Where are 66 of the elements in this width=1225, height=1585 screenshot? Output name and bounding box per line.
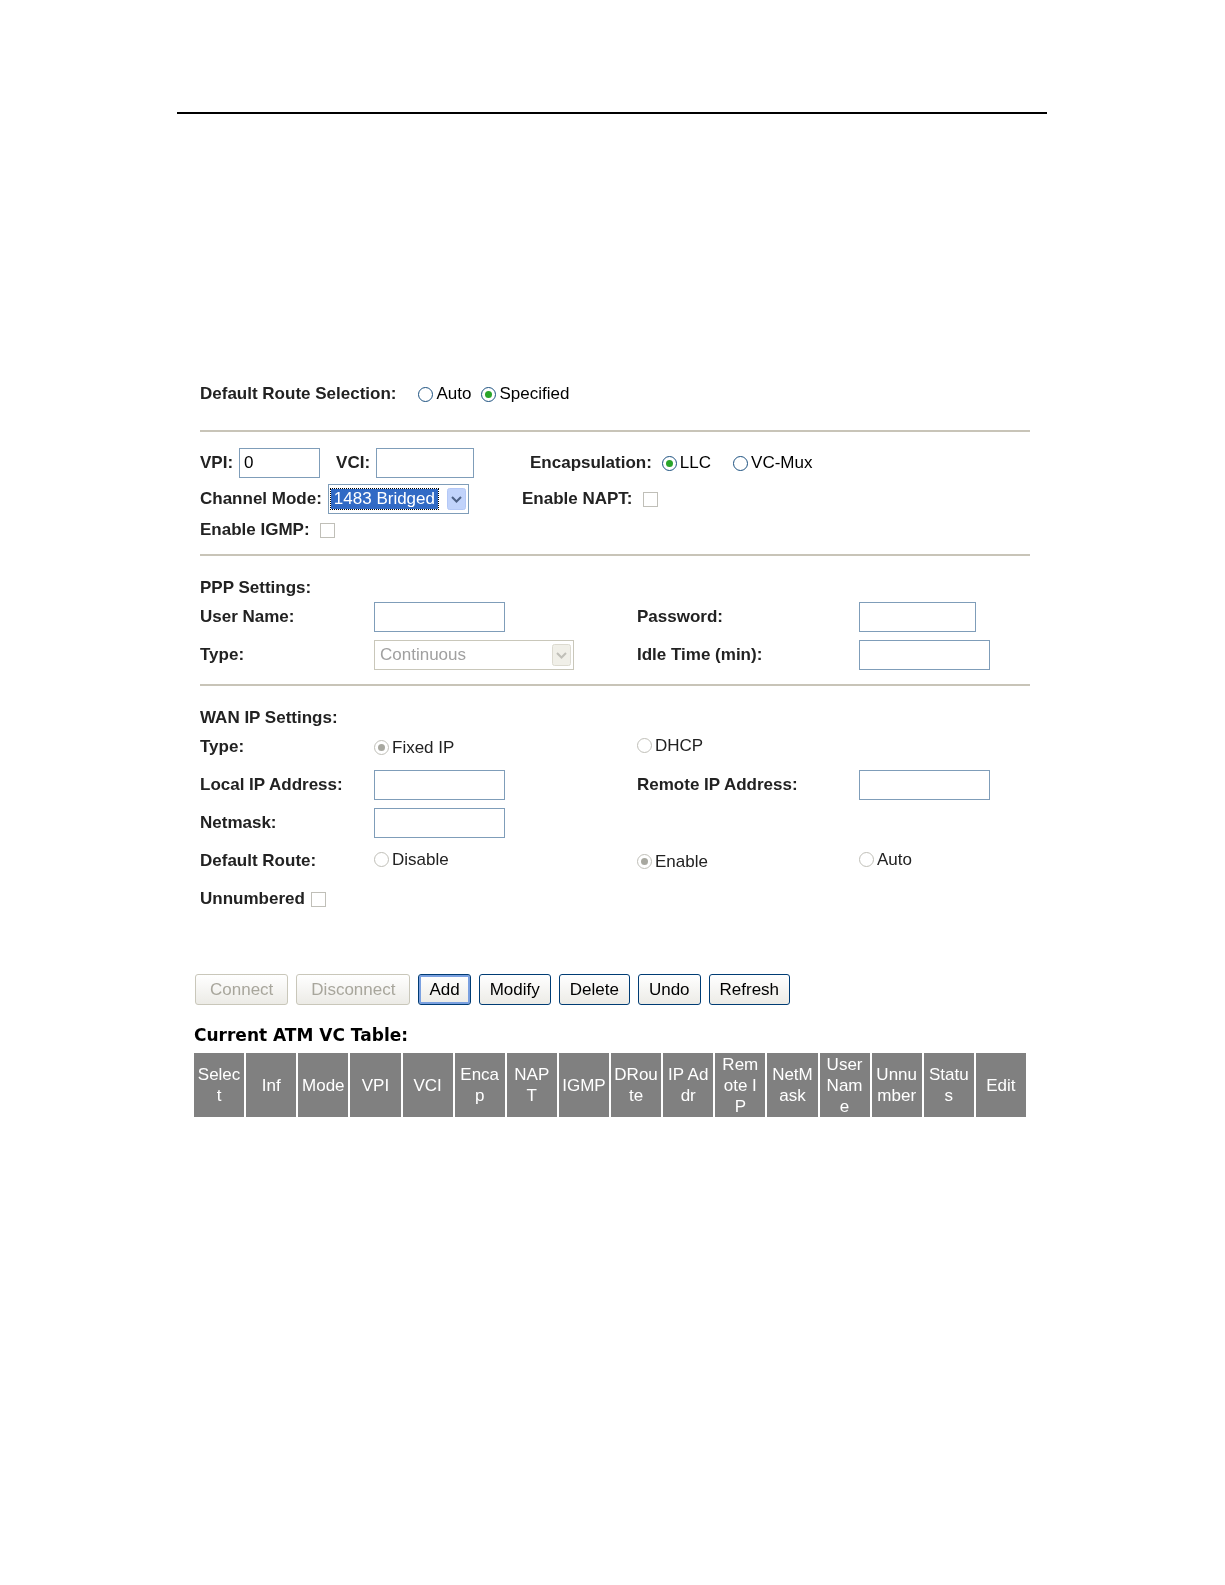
section-title: WAN IP Settings: [200, 707, 339, 729]
radio-label: Disable [392, 849, 449, 870]
input-field[interactable] [859, 770, 990, 800]
column-header: Status [923, 1053, 974, 1117]
input-field[interactable] [376, 448, 475, 478]
column-header: IP Addr [663, 1053, 714, 1117]
radio-label: Enable [655, 851, 708, 872]
column-header: Encap [454, 1053, 505, 1117]
dropdown[interactable]: 1483 Bridged [327, 484, 469, 514]
field-label: Password: [637, 607, 723, 626]
checkbox[interactable] [310, 891, 326, 907]
section-title: PPP Settings: [200, 577, 313, 599]
button[interactable]: Refresh [708, 974, 791, 1005]
column-header: User Name [819, 1053, 870, 1117]
column-header: VPI [350, 1053, 401, 1117]
button[interactable]: Add [418, 974, 471, 1005]
field-label: Channel Mode: [200, 489, 322, 509]
field-label: Idle Time (min): [637, 645, 763, 664]
field-label: Netmask: [200, 813, 277, 832]
table-title: Current ATM VC Table: [194, 1025, 410, 1045]
field-label: Remote IP Address: [637, 775, 798, 794]
column-header: Select [194, 1053, 245, 1117]
field-label: Encapsulation: [530, 453, 652, 473]
radio-button[interactable] [661, 455, 677, 471]
column-header: NAPT [506, 1053, 557, 1117]
field-label: VCI: [336, 453, 371, 473]
button[interactable]: Modify [478, 974, 551, 1005]
radio-label: Specified [499, 384, 570, 404]
radio-label: Auto [877, 849, 912, 870]
column-header: DRoute [611, 1053, 662, 1117]
input-field[interactable] [374, 602, 505, 632]
radio-button[interactable] [481, 386, 497, 402]
checkbox[interactable] [319, 522, 335, 538]
column-header: NetMask [767, 1053, 818, 1117]
radio-label: VC-Mux [751, 453, 813, 473]
field-label: Default Route Selection: [200, 384, 397, 404]
input-field[interactable] [859, 602, 976, 632]
column-header: Unnumber [871, 1053, 922, 1117]
radio-button[interactable] [418, 386, 434, 402]
input-field[interactable] [859, 640, 990, 670]
field-label: Type: [200, 645, 245, 664]
radio-label: Auto [436, 384, 472, 404]
field-label: Type: [200, 737, 245, 756]
radio-label: DHCP [655, 735, 704, 756]
column-header: VCI [402, 1053, 453, 1117]
column-header: Inf [246, 1053, 297, 1117]
column-header: Edit [975, 1053, 1026, 1117]
field-label: VPI: [200, 453, 234, 473]
input-field[interactable]: 0 [239, 448, 321, 478]
radio-button[interactable] [733, 455, 749, 471]
field-label: User Name: [200, 607, 295, 626]
field-label: Unnumbered [200, 889, 305, 909]
radio-label: Fixed IP [392, 737, 455, 758]
field-label: Enable IGMP: [200, 520, 310, 540]
column-header: IGMP [558, 1053, 609, 1117]
field-label: Default Route: [200, 851, 317, 870]
field-label: Enable NAPT: [522, 489, 633, 509]
input-field[interactable] [374, 808, 505, 838]
field-label: Local IP Address: [200, 775, 343, 794]
checkbox[interactable] [642, 491, 658, 507]
column-header: Remote IP [715, 1053, 766, 1117]
column-header: Mode [298, 1053, 349, 1117]
button[interactable]: Undo [637, 974, 701, 1005]
input-field[interactable] [374, 770, 505, 800]
button[interactable]: Delete [558, 974, 630, 1005]
radio-label: LLC [679, 453, 712, 473]
